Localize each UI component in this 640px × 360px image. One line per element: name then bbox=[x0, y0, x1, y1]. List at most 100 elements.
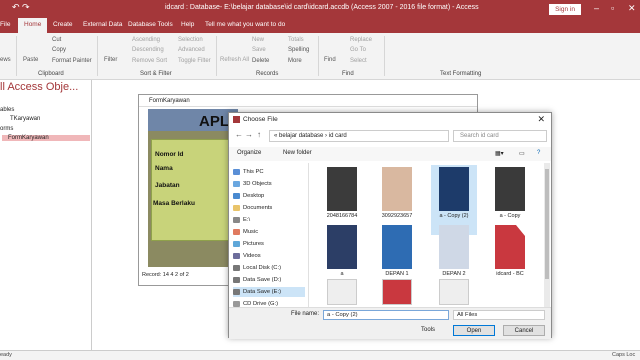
tree-item[interactable]: Documents bbox=[233, 203, 305, 213]
open-button[interactable]: Open bbox=[453, 325, 495, 336]
file-type-select[interactable]: All Files bbox=[453, 310, 545, 320]
tree-item[interactable]: Pictures bbox=[233, 239, 305, 249]
tree-item[interactable]: Music bbox=[233, 227, 305, 237]
find-group-label: Find bbox=[342, 71, 354, 77]
tab-create[interactable]: Create bbox=[53, 21, 73, 28]
new-record-button[interactable]: New bbox=[252, 37, 264, 43]
scrollbar[interactable] bbox=[544, 163, 550, 307]
folder-icon bbox=[233, 277, 240, 283]
paste-button[interactable]: Paste bbox=[23, 57, 38, 63]
access-file-icon bbox=[439, 279, 469, 305]
search-input[interactable]: Search id card bbox=[453, 130, 547, 142]
tree-item[interactable]: 3D Objects bbox=[233, 179, 305, 189]
nav-section-forms[interactable]: orms bbox=[0, 126, 13, 132]
clipboard-group-label: Clipboard bbox=[38, 71, 64, 77]
descending-button[interactable]: Descending bbox=[132, 47, 164, 53]
forward-icon[interactable]: → bbox=[245, 130, 253, 139]
advanced-button[interactable]: Advanced bbox=[178, 47, 205, 53]
undo-icon[interactable]: ↶ ↷ bbox=[12, 2, 30, 13]
find-button[interactable]: Find bbox=[324, 57, 336, 63]
form-tab-title[interactable]: FormKaryawan bbox=[139, 95, 477, 107]
filter-button[interactable]: Filter bbox=[104, 57, 117, 63]
tools-menu[interactable]: Tools bbox=[421, 327, 435, 333]
tab-home[interactable]: Home bbox=[18, 18, 48, 33]
image-thumbnail bbox=[495, 167, 525, 211]
remove-sort-button[interactable]: Remove Sort bbox=[132, 58, 167, 64]
folder-icon bbox=[233, 229, 240, 235]
tab-help[interactable]: Help bbox=[181, 21, 194, 28]
help-icon[interactable]: ? bbox=[537, 150, 540, 156]
close-icon[interactable]: ✕ bbox=[628, 3, 636, 14]
save-record-button[interactable]: Save bbox=[252, 47, 266, 53]
file-name: a - Copy (2) bbox=[439, 213, 469, 219]
file-name: a - Copy bbox=[499, 213, 521, 219]
record-navigator[interactable]: Record: 14 4 2 of 2 bbox=[142, 272, 189, 278]
choose-file-dialog: Choose File ✕ ← → ↑ « belajar database ›… bbox=[228, 112, 552, 339]
label-nama: Nama bbox=[155, 165, 173, 172]
goto-button[interactable]: Go To bbox=[350, 47, 366, 53]
back-icon[interactable]: ← bbox=[235, 130, 243, 139]
nav-section-tables[interactable]: ables bbox=[0, 107, 14, 113]
tab-external-data[interactable]: External Data bbox=[83, 21, 122, 28]
nav-pane-header[interactable]: ll Access Obje... bbox=[0, 81, 78, 93]
copy-button[interactable]: Copy bbox=[52, 47, 66, 53]
selection-button[interactable]: Selection bbox=[178, 37, 203, 43]
maximize-icon[interactable]: ▫ bbox=[611, 3, 614, 13]
new-folder-button[interactable]: New folder bbox=[283, 150, 312, 156]
select-button[interactable]: Select bbox=[350, 58, 367, 64]
cancel-button[interactable]: Cancel bbox=[503, 325, 545, 336]
file-item[interactable]: idcard - BC bbox=[487, 223, 533, 293]
spelling-button[interactable]: Spelling bbox=[288, 47, 309, 53]
close-icon[interactable]: ✕ bbox=[537, 114, 545, 125]
breadcrumb-belajar-database[interactable]: belajar database bbox=[279, 133, 323, 139]
nav-item-formkaryawan[interactable]: FormKaryawan bbox=[2, 135, 90, 141]
organize-button[interactable]: Organize bbox=[237, 150, 261, 156]
nav-item-tkaryawan[interactable]: TKaryawan bbox=[10, 116, 40, 122]
file-name-input[interactable]: a - Copy (2) bbox=[323, 310, 449, 320]
status-text: eady bbox=[0, 352, 12, 358]
tree-item[interactable]: Desktop bbox=[233, 191, 305, 201]
folder-tree: This PC 3D Objects Desktop Documents E:\ Musi… bbox=[229, 163, 309, 307]
views-label[interactable]: ews bbox=[0, 57, 11, 63]
tree-item[interactable]: Data Save (E:) bbox=[233, 287, 305, 297]
tell-me-search[interactable]: Tell me what you want to do bbox=[205, 21, 285, 28]
minimize-icon[interactable]: – bbox=[594, 3, 599, 13]
sign-in-button[interactable]: Sign in bbox=[549, 4, 581, 15]
file-name: 2048166784 bbox=[326, 213, 358, 219]
tree-item[interactable]: E:\ bbox=[233, 215, 305, 225]
address-bar[interactable]: « belajar database › id card bbox=[269, 130, 449, 142]
up-icon[interactable]: ↑ bbox=[257, 130, 261, 139]
cut-button[interactable]: Cut bbox=[52, 37, 61, 43]
tree-item[interactable]: This PC bbox=[233, 167, 305, 177]
preview-pane-icon[interactable]: ▭ bbox=[519, 150, 525, 157]
access-window: ↶ ↷ idcard : Database- E:\belajar databa… bbox=[0, 0, 640, 360]
folder-icon bbox=[233, 181, 240, 187]
image-thumbnail bbox=[327, 167, 357, 211]
format-painter-button[interactable]: Format Painter bbox=[52, 58, 92, 64]
tree-item[interactable]: Data Save (D:) bbox=[233, 275, 305, 285]
folder-icon bbox=[233, 265, 240, 271]
breadcrumb-id-card[interactable]: id card bbox=[329, 133, 347, 139]
access-file-icon bbox=[495, 225, 525, 269]
delete-record-button[interactable]: Delete bbox=[252, 58, 269, 64]
text-formatting-group-label: Text Formatting bbox=[440, 71, 482, 77]
dialog-titlebar: Choose File ✕ bbox=[229, 113, 551, 127]
access-file-icon bbox=[382, 279, 412, 305]
ascending-button[interactable]: Ascending bbox=[132, 37, 160, 43]
view-icon[interactable]: ▦▾ bbox=[495, 150, 504, 157]
tab-database-tools[interactable]: Database Tools bbox=[128, 21, 173, 28]
totals-button[interactable]: Totals bbox=[288, 37, 304, 43]
label-nomor-id: Nomor Id bbox=[155, 151, 184, 158]
replace-button[interactable]: Replace bbox=[350, 37, 372, 43]
tree-item[interactable]: Videos bbox=[233, 251, 305, 261]
toggle-filter-button[interactable]: Toggle Filter bbox=[178, 58, 211, 64]
file-name: a bbox=[340, 271, 344, 277]
title-bar: ↶ ↷ idcard : Database- E:\belajar databa… bbox=[0, 0, 640, 18]
tab-file[interactable]: File bbox=[0, 21, 10, 28]
breadcrumb-overflow[interactable]: « bbox=[274, 133, 277, 139]
ribbon: ews Paste Cut Copy Format Painter Clipbo… bbox=[0, 33, 640, 80]
tree-item[interactable]: Local Disk (C:) bbox=[233, 263, 305, 273]
refresh-all-button[interactable]: Refresh All bbox=[220, 57, 249, 63]
more-button[interactable]: More bbox=[288, 58, 302, 64]
image-thumbnail bbox=[382, 167, 412, 211]
